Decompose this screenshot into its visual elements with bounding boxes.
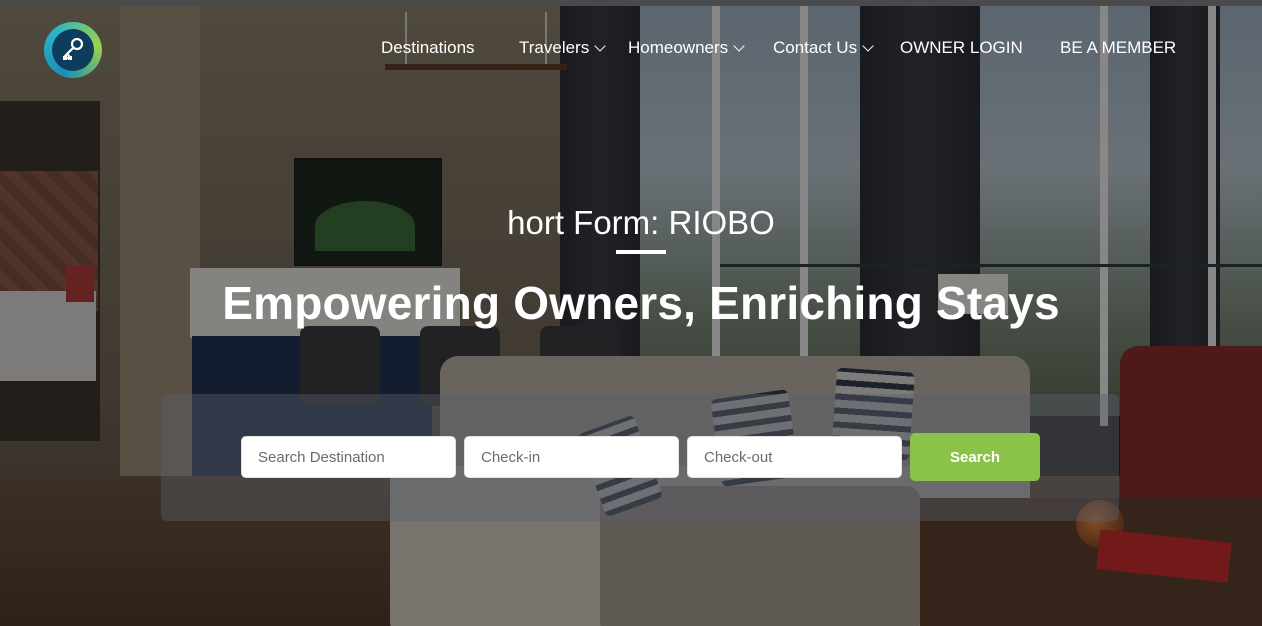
nav-label: Destinations [381, 38, 475, 57]
destination-search-input[interactable] [241, 436, 456, 478]
hero-subtitle: hort Form: RIOBO [507, 204, 775, 241]
subtitle-underline [616, 250, 666, 254]
nav-contact-us[interactable]: Contact Us [773, 37, 874, 59]
browser-top-strip [0, 0, 1262, 6]
nav-label: Travelers [519, 38, 590, 57]
nav-label: BE A MEMBER [1060, 38, 1177, 57]
check-in-input[interactable] [464, 436, 679, 478]
nav-travelers[interactable]: Travelers [519, 37, 606, 59]
nav-destinations[interactable]: Destinations [381, 37, 475, 59]
chevron-down-icon [862, 40, 874, 52]
nav-be-a-member[interactable]: BE A MEMBER [1060, 37, 1176, 59]
chevron-down-icon [594, 40, 606, 52]
nav-homeowners[interactable]: Homeowners [628, 37, 745, 59]
chevron-down-icon [733, 40, 745, 52]
nav-label: Contact Us [773, 38, 858, 57]
nav-label: OWNER LOGIN [900, 38, 1023, 57]
nav-label: Homeowners [628, 38, 729, 57]
main-nav: Destinations Travelers Homeowners Contac… [0, 37, 1262, 61]
nav-owner-login[interactable]: OWNER LOGIN [900, 37, 1023, 59]
hero-headline: Empowering Owners, Enriching Stays [222, 277, 1060, 329]
search-button[interactable]: Search [910, 433, 1040, 481]
check-out-input[interactable] [687, 436, 902, 478]
